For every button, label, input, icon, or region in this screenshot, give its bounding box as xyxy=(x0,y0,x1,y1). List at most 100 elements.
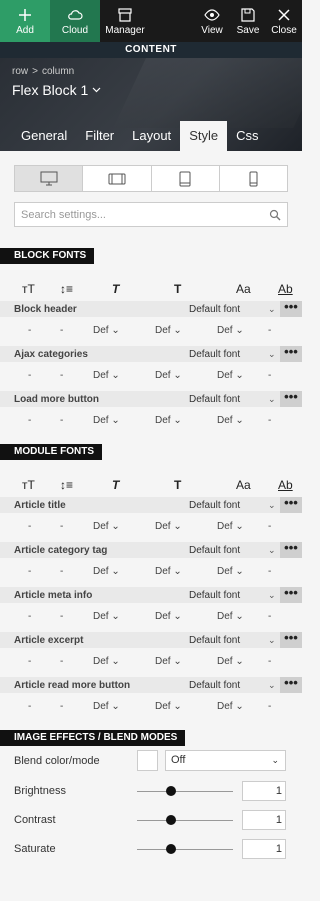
contrast-slider-track[interactable] xyxy=(137,820,233,821)
search-input[interactable] xyxy=(21,208,269,221)
transform-select[interactable]: Def ⌄ xyxy=(217,325,244,336)
device-tablet-portrait[interactable] xyxy=(150,166,219,191)
size-value[interactable]: - xyxy=(28,656,31,667)
close-button[interactable]: Close xyxy=(266,0,302,42)
device-tablet-landscape[interactable] xyxy=(82,166,150,191)
brightness-slider-track[interactable] xyxy=(137,791,233,792)
more-options-button[interactable]: ••• xyxy=(280,676,302,693)
breadcrumb-column[interactable]: column xyxy=(42,66,74,77)
breadcrumb-row[interactable]: row xyxy=(12,66,28,77)
device-desktop[interactable] xyxy=(15,166,83,191)
manager-button[interactable]: Manager xyxy=(100,0,150,42)
transform-select[interactable]: Def ⌄ xyxy=(217,611,244,622)
chevron-down-icon: ⌄ xyxy=(268,544,276,555)
size-value[interactable]: - xyxy=(28,415,31,426)
transform-select[interactable]: Def ⌄ xyxy=(217,415,244,426)
weight-select[interactable]: Def ⌄ xyxy=(155,566,182,577)
spacing-value[interactable]: - xyxy=(268,370,271,381)
tab-style[interactable]: Style xyxy=(180,121,228,151)
tab-filter[interactable]: Filter xyxy=(76,121,123,151)
block-title[interactable]: Flex Block 1 xyxy=(12,82,101,98)
line-height-value[interactable]: - xyxy=(60,325,63,336)
saturate-input[interactable]: 1 xyxy=(242,839,286,859)
style-select[interactable]: Def ⌄ xyxy=(93,325,120,336)
style-select[interactable]: Def ⌄ xyxy=(93,701,120,712)
brightness-slider-handle[interactable] xyxy=(166,786,176,796)
contrast-input[interactable]: 1 xyxy=(242,810,286,830)
spacing-value[interactable]: - xyxy=(268,566,271,577)
more-options-button[interactable]: ••• xyxy=(280,586,302,603)
style-select[interactable]: Def ⌄ xyxy=(93,656,120,667)
blend-row: Blend color/mode Off ⌄ xyxy=(0,746,302,777)
blend-mode-select[interactable]: Off ⌄ xyxy=(165,750,286,771)
more-options-button[interactable]: ••• xyxy=(280,300,302,317)
style-select[interactable]: Def ⌄ xyxy=(93,611,120,622)
saturate-slider-track[interactable] xyxy=(137,849,233,850)
transform-select[interactable]: Def ⌄ xyxy=(217,566,244,577)
transform-select[interactable]: Def ⌄ xyxy=(217,701,244,712)
font-family-select[interactable]: Default font xyxy=(189,349,240,360)
cloud-button[interactable]: Cloud xyxy=(50,0,100,42)
spacing-value[interactable]: - xyxy=(268,701,271,712)
weight-select[interactable]: Def ⌄ xyxy=(155,415,182,426)
spacing-value[interactable]: - xyxy=(268,656,271,667)
more-options-button[interactable]: ••• xyxy=(280,541,302,558)
weight-select[interactable]: Def ⌄ xyxy=(155,611,182,622)
style-select[interactable]: Def ⌄ xyxy=(93,521,120,532)
spacing-value[interactable]: - xyxy=(268,521,271,532)
more-options-button[interactable]: ••• xyxy=(280,345,302,362)
style-select[interactable]: Def ⌄ xyxy=(93,566,120,577)
more-options-button[interactable]: ••• xyxy=(280,631,302,648)
more-options-button[interactable]: ••• xyxy=(280,390,302,407)
blend-color-swatch[interactable] xyxy=(137,750,158,771)
weight-select[interactable]: Def ⌄ xyxy=(155,325,182,336)
line-height-value[interactable]: - xyxy=(60,521,63,532)
transform-select[interactable]: Def ⌄ xyxy=(217,370,244,381)
font-family-select[interactable]: Default font xyxy=(189,590,240,601)
add-button[interactable]: Add xyxy=(0,0,50,42)
spacing-value[interactable]: - xyxy=(268,325,271,336)
view-button[interactable]: View xyxy=(194,0,230,42)
line-height-value[interactable]: - xyxy=(60,415,63,426)
weight-select[interactable]: Def ⌄ xyxy=(155,521,182,532)
weight-select[interactable]: Def ⌄ xyxy=(155,370,182,381)
font-family-select[interactable]: Default font xyxy=(189,680,240,691)
manager-label: Manager xyxy=(105,24,145,36)
line-height-value[interactable]: - xyxy=(60,701,63,712)
style-select[interactable]: Def ⌄ xyxy=(93,370,120,381)
plus-icon xyxy=(19,8,31,21)
font-family-select[interactable]: Default font xyxy=(189,394,240,405)
line-height-value[interactable]: - xyxy=(60,656,63,667)
size-value[interactable]: - xyxy=(28,611,31,622)
tab-css[interactable]: Css xyxy=(227,121,267,151)
save-button[interactable]: Save xyxy=(230,0,266,42)
tab-layout[interactable]: Layout xyxy=(123,121,180,151)
transform-select[interactable]: Def ⌄ xyxy=(217,521,244,532)
contrast-slider-handle[interactable] xyxy=(166,815,176,825)
style-select[interactable]: Def ⌄ xyxy=(93,415,120,426)
brightness-input[interactable]: 1 xyxy=(242,781,286,801)
size-value[interactable]: - xyxy=(28,521,31,532)
tab-general[interactable]: General xyxy=(12,121,76,151)
size-value[interactable]: - xyxy=(28,701,31,712)
font-family-select[interactable]: Default font xyxy=(189,500,240,511)
line-height-value[interactable]: - xyxy=(60,611,63,622)
saturate-slider-handle[interactable] xyxy=(166,844,176,854)
font-family-select[interactable]: Default font xyxy=(189,635,240,646)
transform-select[interactable]: Def ⌄ xyxy=(217,656,244,667)
font-family-select[interactable]: Default font xyxy=(189,304,240,315)
device-phone[interactable] xyxy=(218,166,287,191)
spacing-value[interactable]: - xyxy=(268,415,271,426)
more-options-button[interactable]: ••• xyxy=(280,496,302,513)
search-icon[interactable] xyxy=(269,209,281,221)
line-height-value[interactable]: - xyxy=(60,566,63,577)
size-value[interactable]: - xyxy=(28,566,31,577)
weight-select[interactable]: Def ⌄ xyxy=(155,701,182,712)
line-height-value[interactable]: - xyxy=(60,370,63,381)
font-row: Load more button Default font ⌄ ••• xyxy=(0,390,302,407)
spacing-value[interactable]: - xyxy=(268,611,271,622)
size-value[interactable]: - xyxy=(28,370,31,381)
size-value[interactable]: - xyxy=(28,325,31,336)
weight-select[interactable]: Def ⌄ xyxy=(155,656,182,667)
font-family-select[interactable]: Default font xyxy=(189,545,240,556)
